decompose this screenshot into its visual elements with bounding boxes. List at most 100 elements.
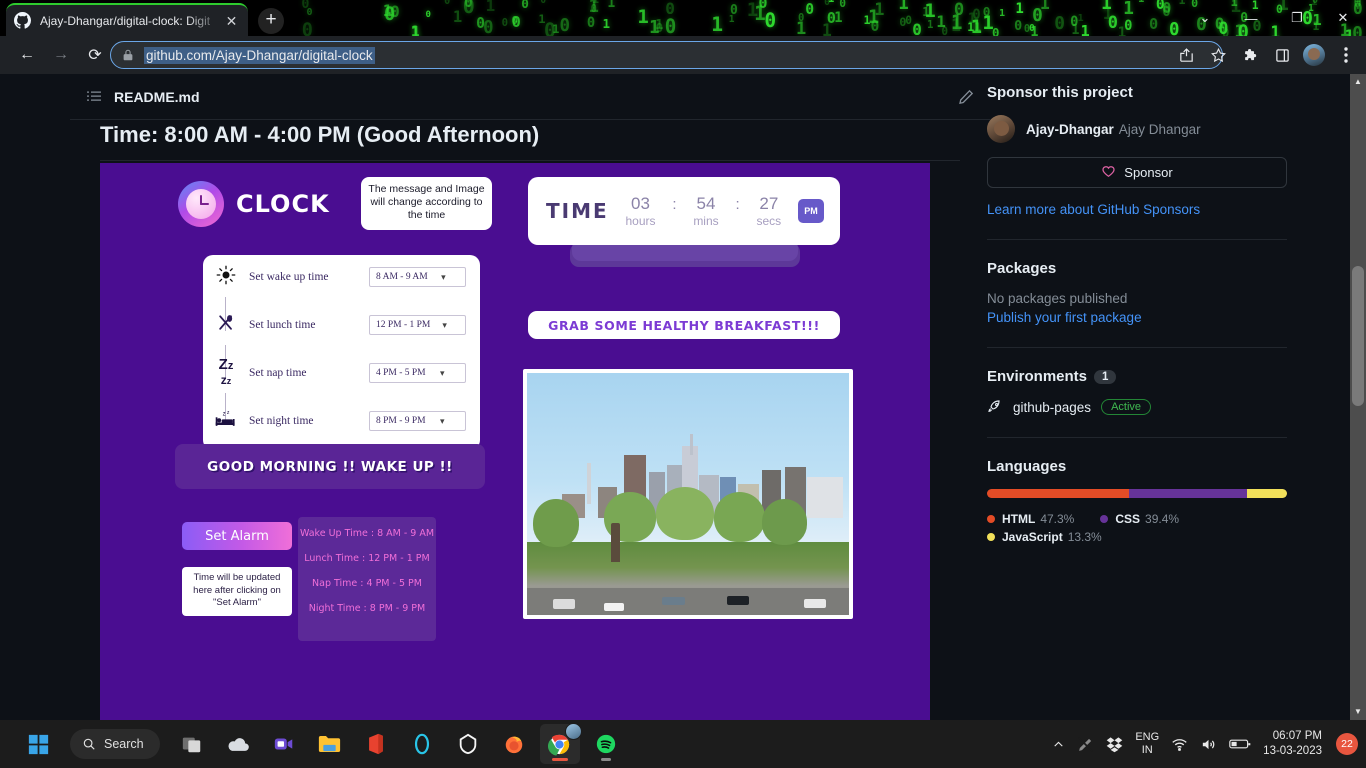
address-bar[interactable]: github.com/Ajay-Dhangar/digital-clock [110,41,1223,69]
browser-tab[interactable]: Ajay-Dhangar/digital-clock: Digit ✕ [6,3,248,36]
toolbar-actions [1170,39,1362,71]
set-alarm-button[interactable]: Set Alarm [182,522,292,550]
extensions-puzzle-icon[interactable] [1234,39,1266,71]
table-of-contents-icon[interactable] [86,89,102,105]
language-name: JavaScript [1002,530,1063,544]
setting-label: Set night time [249,415,314,427]
firefox-icon[interactable] [494,724,534,764]
minutes-column: 54 mins [677,194,736,228]
publish-package-link[interactable]: Publish your first package [987,310,1287,325]
page-scrollbar[interactable]: ▲ ▼ [1350,74,1366,720]
setting-label: Set nap time [249,367,307,379]
scroll-down-arrow-icon[interactable]: ▼ [1350,704,1366,720]
hours-unit: hours [625,214,656,228]
edge-icon[interactable] [402,724,442,764]
rocket-icon [988,400,1000,413]
speaker-icon[interactable] [1200,736,1217,753]
side-panel-icon[interactable] [1266,39,1298,71]
chevron-down-icon: ▾ [440,367,445,378]
bed-icon: z z [203,409,249,434]
teams-icon[interactable] [264,724,304,764]
alarm-summary-item: Night Time : 8 PM - 9 PM [308,603,426,614]
languages-title: Languages [987,458,1067,475]
scrollbar-thumb[interactable] [1352,266,1364,406]
spotify-icon[interactable] [586,724,626,764]
environment-row[interactable]: github-pages Active [987,399,1287,415]
select-value: 8 AM - 9 AM [376,272,428,282]
language-percent: 39.4% [1145,512,1180,526]
city-skyline-photo [523,369,853,619]
lunch-time-select[interactable]: 12 PM - 1 PM ▾ [369,315,466,335]
language-item[interactable]: HTML 47.3% [987,512,1074,526]
share-icon[interactable] [1170,39,1202,71]
reload-button[interactable]: ⟳ [78,38,112,72]
system-tray: ENG IN 06:07 PM 13-03-2023 22 [1052,720,1358,768]
language-legend: HTML 47.3% CSS 39.4% JavaScript 13.3% [987,512,1287,544]
start-icon[interactable] [18,724,58,764]
tray-overflow-icon[interactable] [1052,738,1065,751]
new-tab-button[interactable]: + [258,8,284,34]
sponsor-button[interactable]: Sponsor [987,157,1287,188]
svg-text:z: z [223,411,226,417]
language-item[interactable]: CSS 39.4% [1100,512,1179,526]
tab-search-chevron-icon[interactable]: ⌄ [1182,0,1228,36]
back-button[interactable]: ← [10,38,44,72]
language-color-dot [1100,515,1109,523]
language-name: CSS [1115,512,1141,526]
taskbar-search[interactable]: Search [70,729,160,759]
sponsors-learn-more-link[interactable]: Learn more about GitHub Sponsors [987,202,1287,217]
divider [987,239,1287,240]
task-view-icon[interactable] [172,724,212,764]
language-indicator[interactable]: ENG IN [1135,731,1159,757]
chrome-menu-icon[interactable] [1330,39,1362,71]
night-time-select[interactable]: 8 PM - 9 PM ▾ [369,411,466,431]
wifi-icon[interactable] [1171,736,1188,753]
clock-time: 06:07 PM [1272,730,1322,742]
tab-close-icon[interactable]: ✕ [223,14,240,28]
onedrive-icon[interactable] [218,724,258,764]
url-text[interactable]: github.com/Ajay-Dhangar/digital-clock [144,46,375,64]
languages-section: Languages HTML 47.3% CSS 39.4% JavaScrip… [987,458,1287,544]
alarm-summary-item: Nap Time : 4 PM - 5 PM [312,578,422,589]
file-explorer-icon[interactable] [310,724,350,764]
environment-name[interactable]: github-pages [1013,400,1091,415]
environments-title-text: Environments [987,368,1088,385]
chevron-down-icon: ▾ [440,415,445,426]
taskbar-clock[interactable]: 06:07 PM 13-03-2023 [1263,729,1322,759]
edit-pencil-icon[interactable] [958,89,974,105]
readme-header: README.md [70,74,990,120]
battery-icon[interactable] [1229,737,1251,751]
pen-disabled-icon[interactable] [1077,736,1094,753]
dropbox-icon[interactable] [1106,736,1123,753]
notification-badge[interactable]: 22 [1336,733,1358,755]
office-icon[interactable] [356,724,396,764]
select-value: 8 PM - 9 PM [376,416,426,426]
brave-icon[interactable] [448,724,488,764]
language-bar-segment [1247,489,1287,498]
forward-button[interactable]: → [44,38,78,72]
language-code: ENG [1135,731,1160,743]
chevron-down-icon: ▾ [442,319,447,330]
language-item[interactable]: JavaScript 13.3% [987,530,1287,544]
alarm-summary-list: Wake Up Time : 8 AM - 9 AM Lunch Time : … [298,517,436,641]
nap-time-select[interactable]: 4 PM - 5 PM ▾ [369,363,466,383]
alarm-update-note: Time will be updated here after clicking… [182,567,292,616]
bookmark-star-icon[interactable] [1202,39,1234,71]
cutlery-icon [203,313,249,338]
profile-avatar[interactable] [1298,39,1330,71]
region-code: IN [1141,744,1153,756]
maximize-button[interactable]: ❐ [1274,0,1320,36]
divider [987,437,1287,438]
divider [987,347,1287,348]
chrome-icon[interactable] [539,723,582,764]
minimize-button[interactable]: — [1228,0,1274,36]
lock-icon [123,49,133,61]
sponsor-user-row[interactable]: Ajay-Dhangar Ajay Dhangar [987,115,1287,143]
sponsor-username[interactable]: Ajay-Dhangar [1026,122,1114,137]
packages-empty-text: No packages published [987,291,1128,306]
close-window-button[interactable]: ✕ [1320,0,1366,36]
readme-panel: README.md Time: 8:00 AM - 4:00 PM (Good … [70,74,990,161]
scroll-up-arrow-icon[interactable]: ▲ [1350,74,1366,90]
setting-row-wake-up: Set wake up time 8 AM - 9 AM ▾ [203,261,480,293]
wake-up-time-select[interactable]: 8 AM - 9 AM ▾ [369,267,466,287]
